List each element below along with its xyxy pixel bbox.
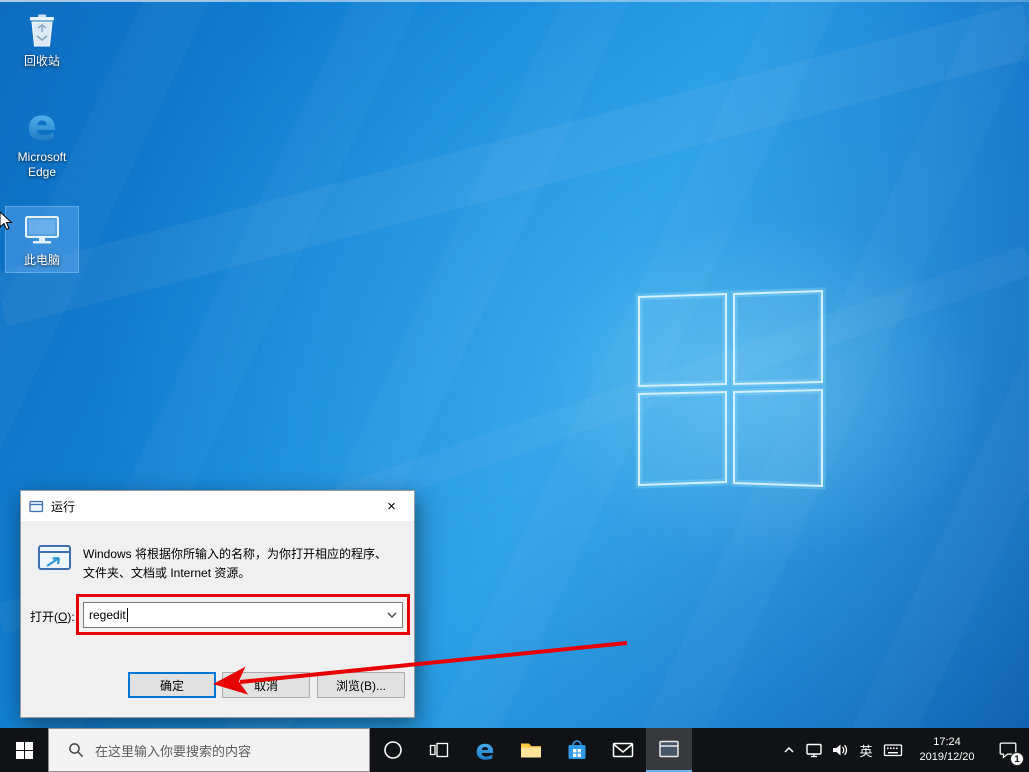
taskbar-spacer [692, 728, 777, 772]
file-explorer-icon [521, 743, 541, 758]
cortana-button[interactable] [370, 728, 416, 772]
tray-clock[interactable]: 17:24 2019/12/20 [907, 728, 987, 772]
microsoft-store-icon [568, 740, 586, 759]
svg-text:e: e [476, 735, 495, 765]
run-dialog-title: 运行 [51, 499, 76, 514]
search-icon [69, 743, 84, 758]
cancel-button[interactable]: 取消 [222, 672, 310, 698]
desktop-icon-label: 此电脑 [23, 253, 60, 267]
active-app-window-icon [659, 740, 679, 758]
tray-volume-button[interactable] [827, 728, 853, 772]
task-view-icon [429, 742, 449, 758]
file-explorer-button[interactable] [508, 728, 554, 772]
run-command-input[interactable]: regedit [83, 602, 403, 628]
start-button[interactable] [0, 728, 48, 772]
taskbar-edge-button[interactable]: e [462, 728, 508, 772]
mail-icon [612, 742, 634, 758]
run-dialog-titlebar[interactable]: 运行 × [21, 491, 414, 521]
run-dialog-window: 运行 × Windows 将根据你所输入的名称，为你打开相应的程序、文件夹、文档… [20, 490, 415, 718]
taskbar: 在这里输入你要搜索的内容 e 英 17:24 2019/12/20 1 [0, 728, 1029, 772]
tray-network-button[interactable] [801, 728, 827, 772]
close-icon[interactable]: × [369, 491, 414, 521]
search-placeholder: 在这里输入你要搜索的内容 [95, 743, 252, 759]
tray-touch-keyboard-button[interactable] [879, 728, 907, 772]
taskbar-search-box[interactable]: 在这里输入你要搜索的内容 [48, 728, 370, 772]
keyboard-icon [883, 744, 903, 757]
browse-button[interactable]: 浏览(B)... [317, 672, 405, 698]
recycle-bin-icon [30, 14, 54, 47]
notification-badge: 1 [1010, 752, 1024, 766]
desktop-icon-label: Microsoft Edge [17, 150, 67, 179]
speaker-icon [833, 744, 848, 756]
desktop-icon-label: 回收站 [23, 54, 60, 68]
ok-button[interactable]: 确定 [128, 672, 216, 698]
desktop[interactable]: 回收站 e Microsoft Edge 此电脑 运行 × Windows 将根… [0, 0, 1029, 728]
this-pc-icon [25, 216, 59, 244]
windows-logo-icon [15, 741, 33, 759]
microsoft-edge-icon: e [27, 103, 57, 147]
chevron-up-icon [784, 746, 794, 753]
chevron-down-icon [387, 612, 397, 618]
clock-date: 2019/12/20 [919, 751, 975, 763]
cortana-icon [384, 741, 402, 759]
run-command-value: regedit [89, 608, 126, 622]
system-tray: 英 17:24 2019/12/20 1 [777, 728, 1029, 772]
desktop-icon-recycle-bin[interactable]: 回收站 [6, 6, 78, 73]
text-caret [126, 608, 128, 622]
tray-ime-indicator[interactable]: 英 [853, 728, 879, 772]
run-dialog-body: Windows 将根据你所输入的名称，为你打开相应的程序、文件夹、文档或 Int… [21, 521, 414, 718]
task-view-button[interactable] [416, 728, 462, 772]
taskbar-active-app-button[interactable] [646, 728, 692, 772]
tray-show-hidden-icons-button[interactable] [777, 728, 801, 772]
run-dialog-description: Windows 将根据你所输入的名称，为你打开相应的程序、文件夹、文档或 Int… [83, 547, 388, 581]
clock-time: 17:24 [933, 735, 961, 748]
desktop-icon-this-pc[interactable]: 此电脑 [5, 206, 79, 273]
desktop-icon-microsoft-edge[interactable]: e Microsoft Edge [6, 100, 78, 184]
svg-text:e: e [27, 103, 57, 147]
windows-desktop-screen: 回收站 e Microsoft Edge 此电脑 运行 × Windows 将根… [0, 0, 1029, 772]
mail-button[interactable] [600, 728, 646, 772]
microsoft-store-button[interactable] [554, 728, 600, 772]
network-icon [806, 743, 822, 758]
dialog-button-row: 确定 取消 浏览(B)... [21, 672, 414, 698]
action-center-button[interactable]: 1 [987, 728, 1029, 772]
combo-dropdown-button[interactable] [382, 603, 402, 627]
run-icon [38, 545, 71, 570]
microsoft-edge-icon: e [476, 735, 495, 765]
run-dialog-title-icon [29, 500, 44, 512]
open-label: 打开(O): [30, 610, 75, 624]
